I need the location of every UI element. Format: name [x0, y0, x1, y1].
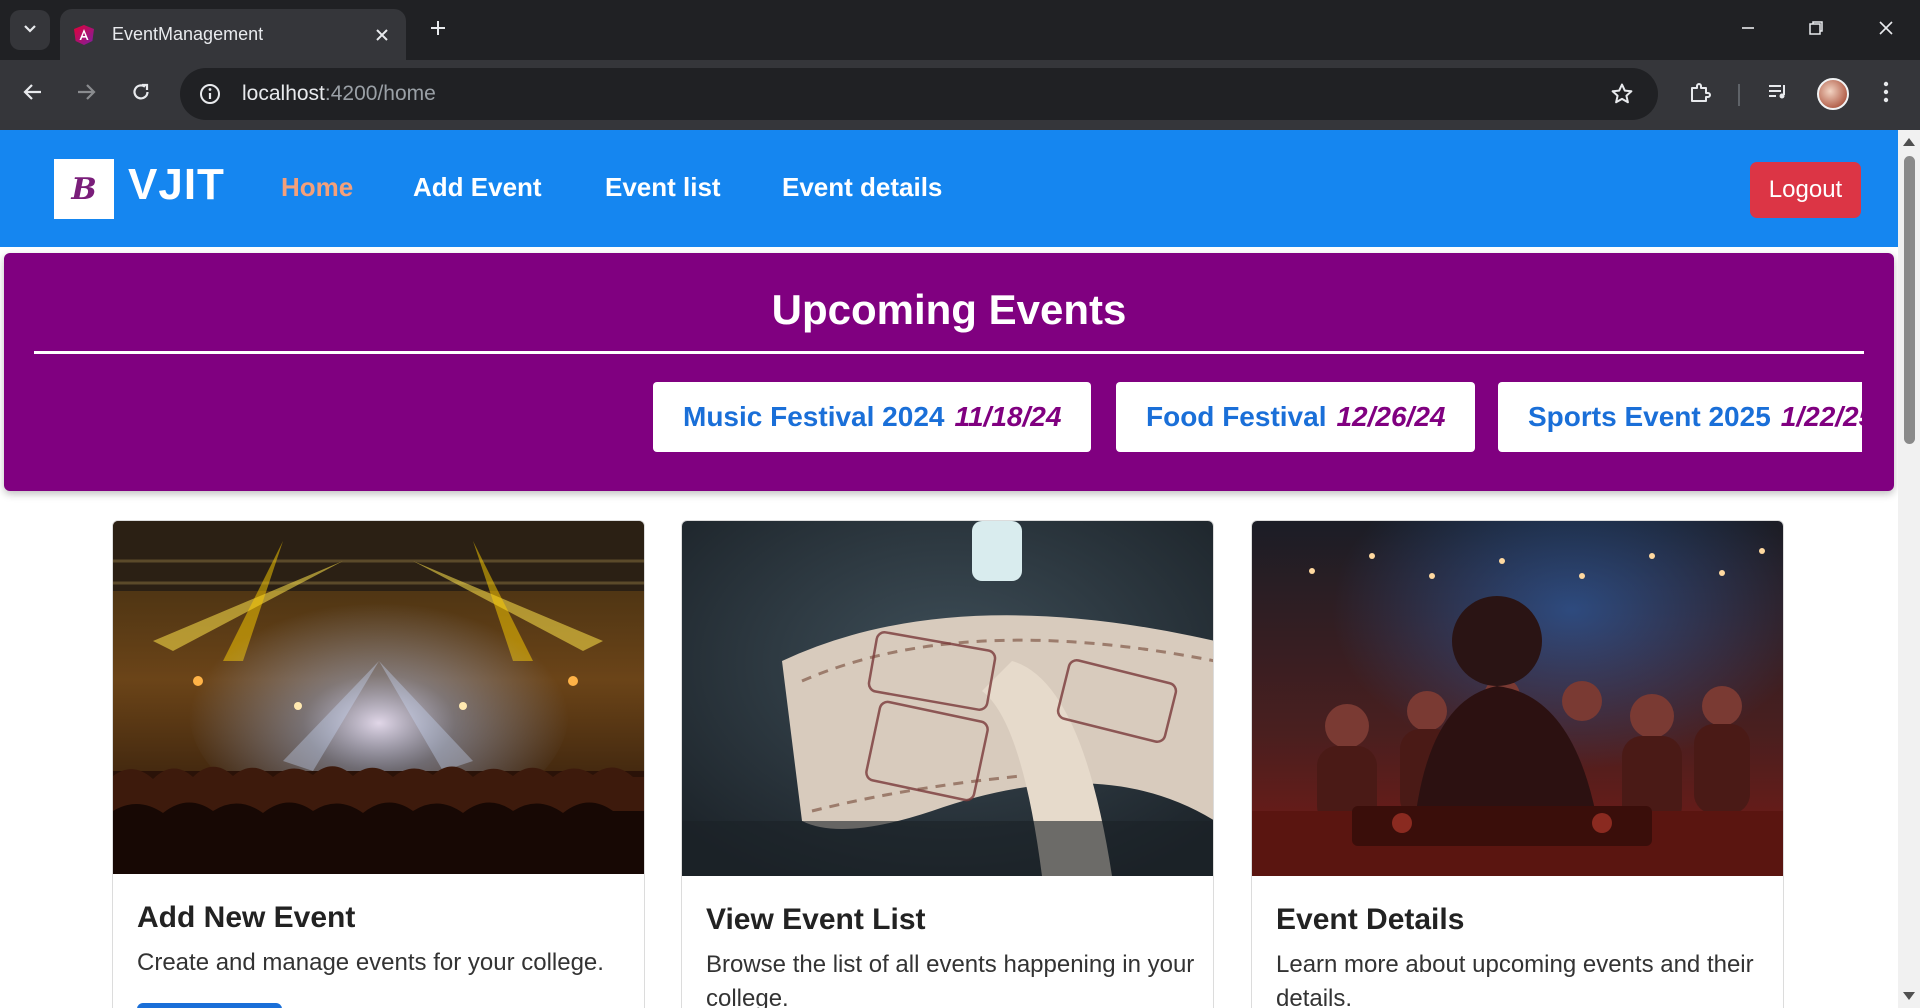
url-path: :4200/home: [324, 82, 436, 105]
event-chip[interactable]: Food Festival 12/26/24: [1116, 382, 1476, 452]
back-button[interactable]: [11, 72, 55, 116]
reload-button[interactable]: [119, 72, 163, 116]
card-image: [682, 521, 1213, 876]
card-image: [113, 521, 644, 874]
puzzle-icon: [1688, 80, 1712, 109]
brand-logo[interactable]: B: [54, 159, 114, 219]
card-text: Learn more about upcoming events and the…: [1276, 951, 1754, 1008]
nav-link-add-event[interactable]: Add Event: [413, 172, 542, 203]
media-queue-icon: [1766, 80, 1790, 109]
extensions-button[interactable]: [1678, 72, 1722, 116]
chevron-down-icon: [22, 20, 38, 41]
event-chip[interactable]: Music Festival 2024 11/18/24: [653, 382, 1092, 452]
browser-tab-active[interactable]: EventManagement: [60, 9, 406, 60]
event-date: 11/18/24: [954, 401, 1062, 432]
card-title: Add New Event: [137, 901, 356, 934]
nav-link-event-details[interactable]: Event details: [782, 172, 942, 203]
site-info-icon[interactable]: [184, 68, 236, 120]
page-scrollbar[interactable]: [1898, 130, 1920, 1008]
nav-link-event-list[interactable]: Event list: [605, 172, 721, 203]
browser-menu-button[interactable]: [1864, 72, 1908, 116]
scroll-thumb[interactable]: [1904, 156, 1915, 444]
minimize-icon: [1740, 20, 1756, 41]
window-close-button[interactable]: [1852, 0, 1920, 60]
minimize-button[interactable]: [1714, 0, 1782, 60]
forward-button[interactable]: [64, 72, 108, 116]
card-view-event-list: View Event List Browse the list of all e…: [681, 520, 1214, 1008]
event-name: Music Festival 2024: [683, 401, 945, 432]
url-host: localhost: [242, 82, 325, 105]
page-viewport: B VJIT Home Add Event Event list Event d…: [0, 130, 1898, 1008]
logout-button[interactable]: Logout: [1750, 162, 1861, 218]
restore-button[interactable]: [1782, 0, 1850, 60]
browser-tabstrip: EventManagement: [0, 0, 1920, 60]
media-controls-button[interactable]: [1756, 72, 1800, 116]
toolbar-divider: [1738, 84, 1740, 106]
new-tab-button[interactable]: [418, 10, 458, 50]
arrow-right-icon: [76, 82, 96, 107]
card-add-event: Add New Event Create and manage events f…: [112, 520, 645, 1008]
card-text: Create and manage events for your colleg…: [137, 949, 604, 976]
upcoming-events-title: Upcoming Events: [771, 286, 1127, 333]
brand-logo-letter: B: [71, 171, 97, 207]
card-title: View Event List: [706, 903, 926, 936]
address-bar[interactable]: localhost:4200/home: [180, 68, 1658, 120]
card-image: [1252, 521, 1783, 876]
scroll-up-arrow-icon[interactable]: [1903, 138, 1915, 146]
close-icon: [1878, 20, 1894, 41]
nav-link-home[interactable]: Home: [281, 172, 353, 203]
tab-search-button[interactable]: [10, 10, 50, 50]
restore-icon: [1808, 20, 1824, 41]
event-date: 1/22/25: [1780, 401, 1862, 432]
upcoming-divider: [34, 351, 1864, 354]
browser-toolbar: localhost:4200/home: [0, 60, 1920, 130]
angular-favicon-icon: [72, 23, 96, 47]
card-text: Browse the list of all events happening …: [706, 951, 1195, 1008]
bookmark-star-icon[interactable]: [1598, 70, 1646, 118]
reload-icon: [131, 82, 151, 107]
more-vertical-icon: [1882, 80, 1890, 109]
arrow-left-icon: [23, 82, 43, 107]
tab-title: EventManagement: [112, 24, 264, 44]
card-title: Event Details: [1276, 903, 1465, 936]
card-event-details: Event Details Learn more about upcoming …: [1251, 520, 1784, 1008]
close-icon[interactable]: [364, 17, 400, 53]
app-navbar: B VJIT Home Add Event Event list Event d…: [0, 130, 1898, 247]
profile-avatar[interactable]: [1817, 78, 1849, 110]
scroll-down-arrow-icon[interactable]: [1903, 992, 1915, 1000]
upcoming-events-panel: Upcoming Events Music Festival 2024 11/1…: [4, 253, 1894, 491]
url-text[interactable]: localhost:4200/home: [242, 82, 1598, 106]
event-chip[interactable]: Sports Event 2025 1/22/25: [1498, 382, 1862, 452]
event-name: Food Festival: [1146, 401, 1327, 432]
events-marquee: Music Festival 2024 11/18/24 Food Festiv…: [4, 382, 1862, 454]
brand-name[interactable]: VJIT: [128, 160, 225, 210]
event-date: 12/26/24: [1336, 401, 1446, 432]
add-event-button[interactable]: [137, 1003, 282, 1008]
plus-icon: [429, 19, 447, 42]
event-name: Sports Event 2025: [1528, 401, 1771, 432]
